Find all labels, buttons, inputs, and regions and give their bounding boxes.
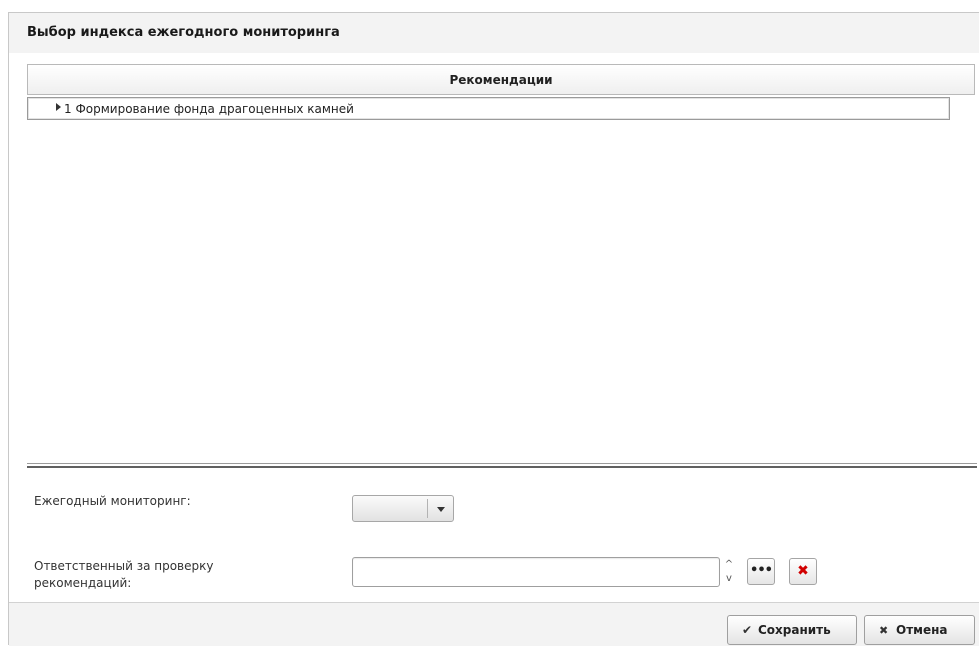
save-button[interactable]: ✔ Сохранить: [727, 615, 857, 645]
close-icon: ✖: [797, 563, 809, 579]
spin-down-icon[interactable]: v: [723, 572, 735, 586]
panel-splitter[interactable]: [27, 463, 977, 468]
select-responsible-button[interactable]: •••: [747, 558, 775, 585]
clear-responsible-button[interactable]: ✖: [789, 558, 817, 585]
expand-arrow-icon[interactable]: [56, 103, 61, 111]
tree-row-label: 1 Формирование фонда драгоценных камней: [64, 102, 354, 116]
cancel-button-label: Отмена: [896, 623, 948, 637]
cancel-button[interactable]: ✖ Отмена: [864, 615, 975, 645]
responsible-input[interactable]: [352, 557, 720, 587]
recommendations-grid: Рекомендации 1 Формирование фонда драгоц…: [27, 64, 975, 466]
annual-monitoring-combobox[interactable]: [352, 495, 454, 522]
annual-monitoring-label: Ежегодный мониторинг:: [34, 494, 191, 508]
responsible-spinner[interactable]: ^ v: [721, 557, 737, 587]
dialog-titlebar: Выбор индекса ежегодного мониторинга: [9, 13, 979, 53]
dialog-window: Выбор индекса ежегодного мониторинга Рек…: [8, 12, 979, 646]
spin-up-icon[interactable]: ^: [723, 558, 735, 572]
grid-column-header[interactable]: Рекомендации: [27, 64, 975, 95]
responsible-label: Ответственный за проверку рекомендаций:: [34, 559, 214, 590]
dialog-footer: ✔ Сохранить ✖ Отмена: [9, 602, 979, 646]
chevron-down-icon[interactable]: [437, 507, 445, 512]
check-icon: ✔: [742, 623, 753, 637]
save-button-label: Сохранить: [758, 623, 831, 637]
close-icon: ✖: [879, 624, 889, 637]
dialog-title: Выбор индекса ежегодного мониторинга: [27, 25, 340, 40]
grid-column-header-label: Рекомендации: [449, 73, 553, 87]
tree-row[interactable]: 1 Формирование фонда драгоценных камней: [27, 97, 950, 120]
ellipsis-icon: •••: [750, 563, 773, 578]
combo-divider: [427, 499, 428, 518]
